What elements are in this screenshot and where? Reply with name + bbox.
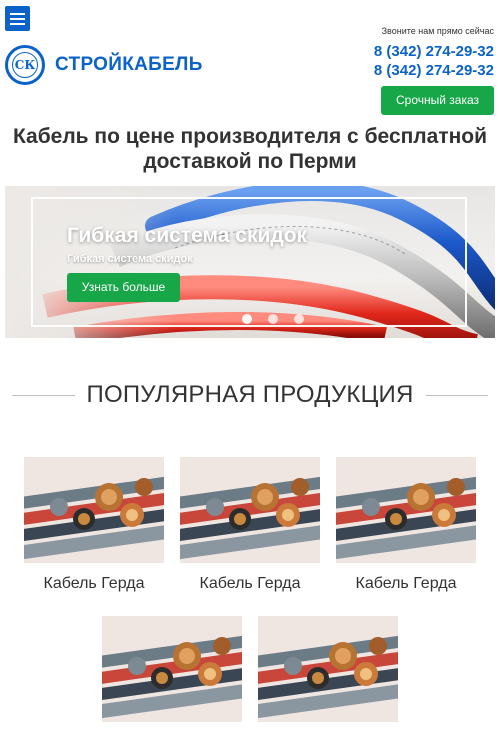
divider <box>425 394 489 396</box>
cable-product-image[interactable] <box>102 616 242 722</box>
learn-more-button[interactable]: Узнать больше <box>67 273 180 302</box>
slider-dots <box>242 314 304 324</box>
product-name[interactable]: Кабель Герда <box>180 575 320 593</box>
phone-number[interactable]: 8 (342) 274-29-32 <box>374 42 494 61</box>
hamburger-menu-icon[interactable] <box>5 6 30 31</box>
slider-dot[interactable] <box>294 314 304 324</box>
divider <box>12 394 75 396</box>
urgent-order-button[interactable]: Срочный заказ <box>381 86 494 115</box>
banner-title: Гибкая система скидок <box>67 224 308 247</box>
logo-text: СТРОЙКАБЕЛЬ <box>55 54 203 75</box>
promo-slider: Гибкая система скидок Гибкая система ски… <box>5 186 495 338</box>
product-card[interactable]: Кабель Герда <box>336 457 476 593</box>
product-name[interactable]: Кабель Герда <box>24 575 164 593</box>
product-name[interactable]: Кабель Герда <box>336 575 476 593</box>
section-title: ПОПУЛЯРНАЯ ПРОДУКЦИЯ <box>86 381 414 408</box>
slider-dot[interactable] <box>268 314 278 324</box>
page-headline: Кабель по цене производителя с бесплатно… <box>12 125 488 173</box>
cable-product-image[interactable] <box>336 457 476 563</box>
call-label: Звоните нам прямо сейчас <box>381 26 494 36</box>
logo[interactable]: СК СТРОЙКАБЕЛЬ <box>5 45 203 85</box>
cable-product-image[interactable] <box>24 457 164 563</box>
cable-product-image[interactable] <box>180 457 320 563</box>
popular-section-header: ПОПУЛЯРНАЯ ПРОДУКЦИЯ <box>12 378 489 412</box>
product-card[interactable] <box>258 616 398 734</box>
contact-block: Звоните нам прямо сейчас 8 (342) 274-29-… <box>374 26 494 115</box>
logo-emblem-letters: СК <box>12 52 38 78</box>
phone-number[interactable]: 8 (342) 274-29-32 <box>374 61 494 80</box>
product-card[interactable]: Кабель Герда <box>24 457 164 593</box>
cable-product-image[interactable] <box>258 616 398 722</box>
product-card[interactable]: Кабель Герда <box>180 457 320 593</box>
product-card[interactable] <box>102 616 242 734</box>
slider-dot[interactable] <box>242 314 252 324</box>
logo-emblem: СК <box>5 45 45 85</box>
banner-subtitle: Гибкая система скидок <box>67 253 193 265</box>
